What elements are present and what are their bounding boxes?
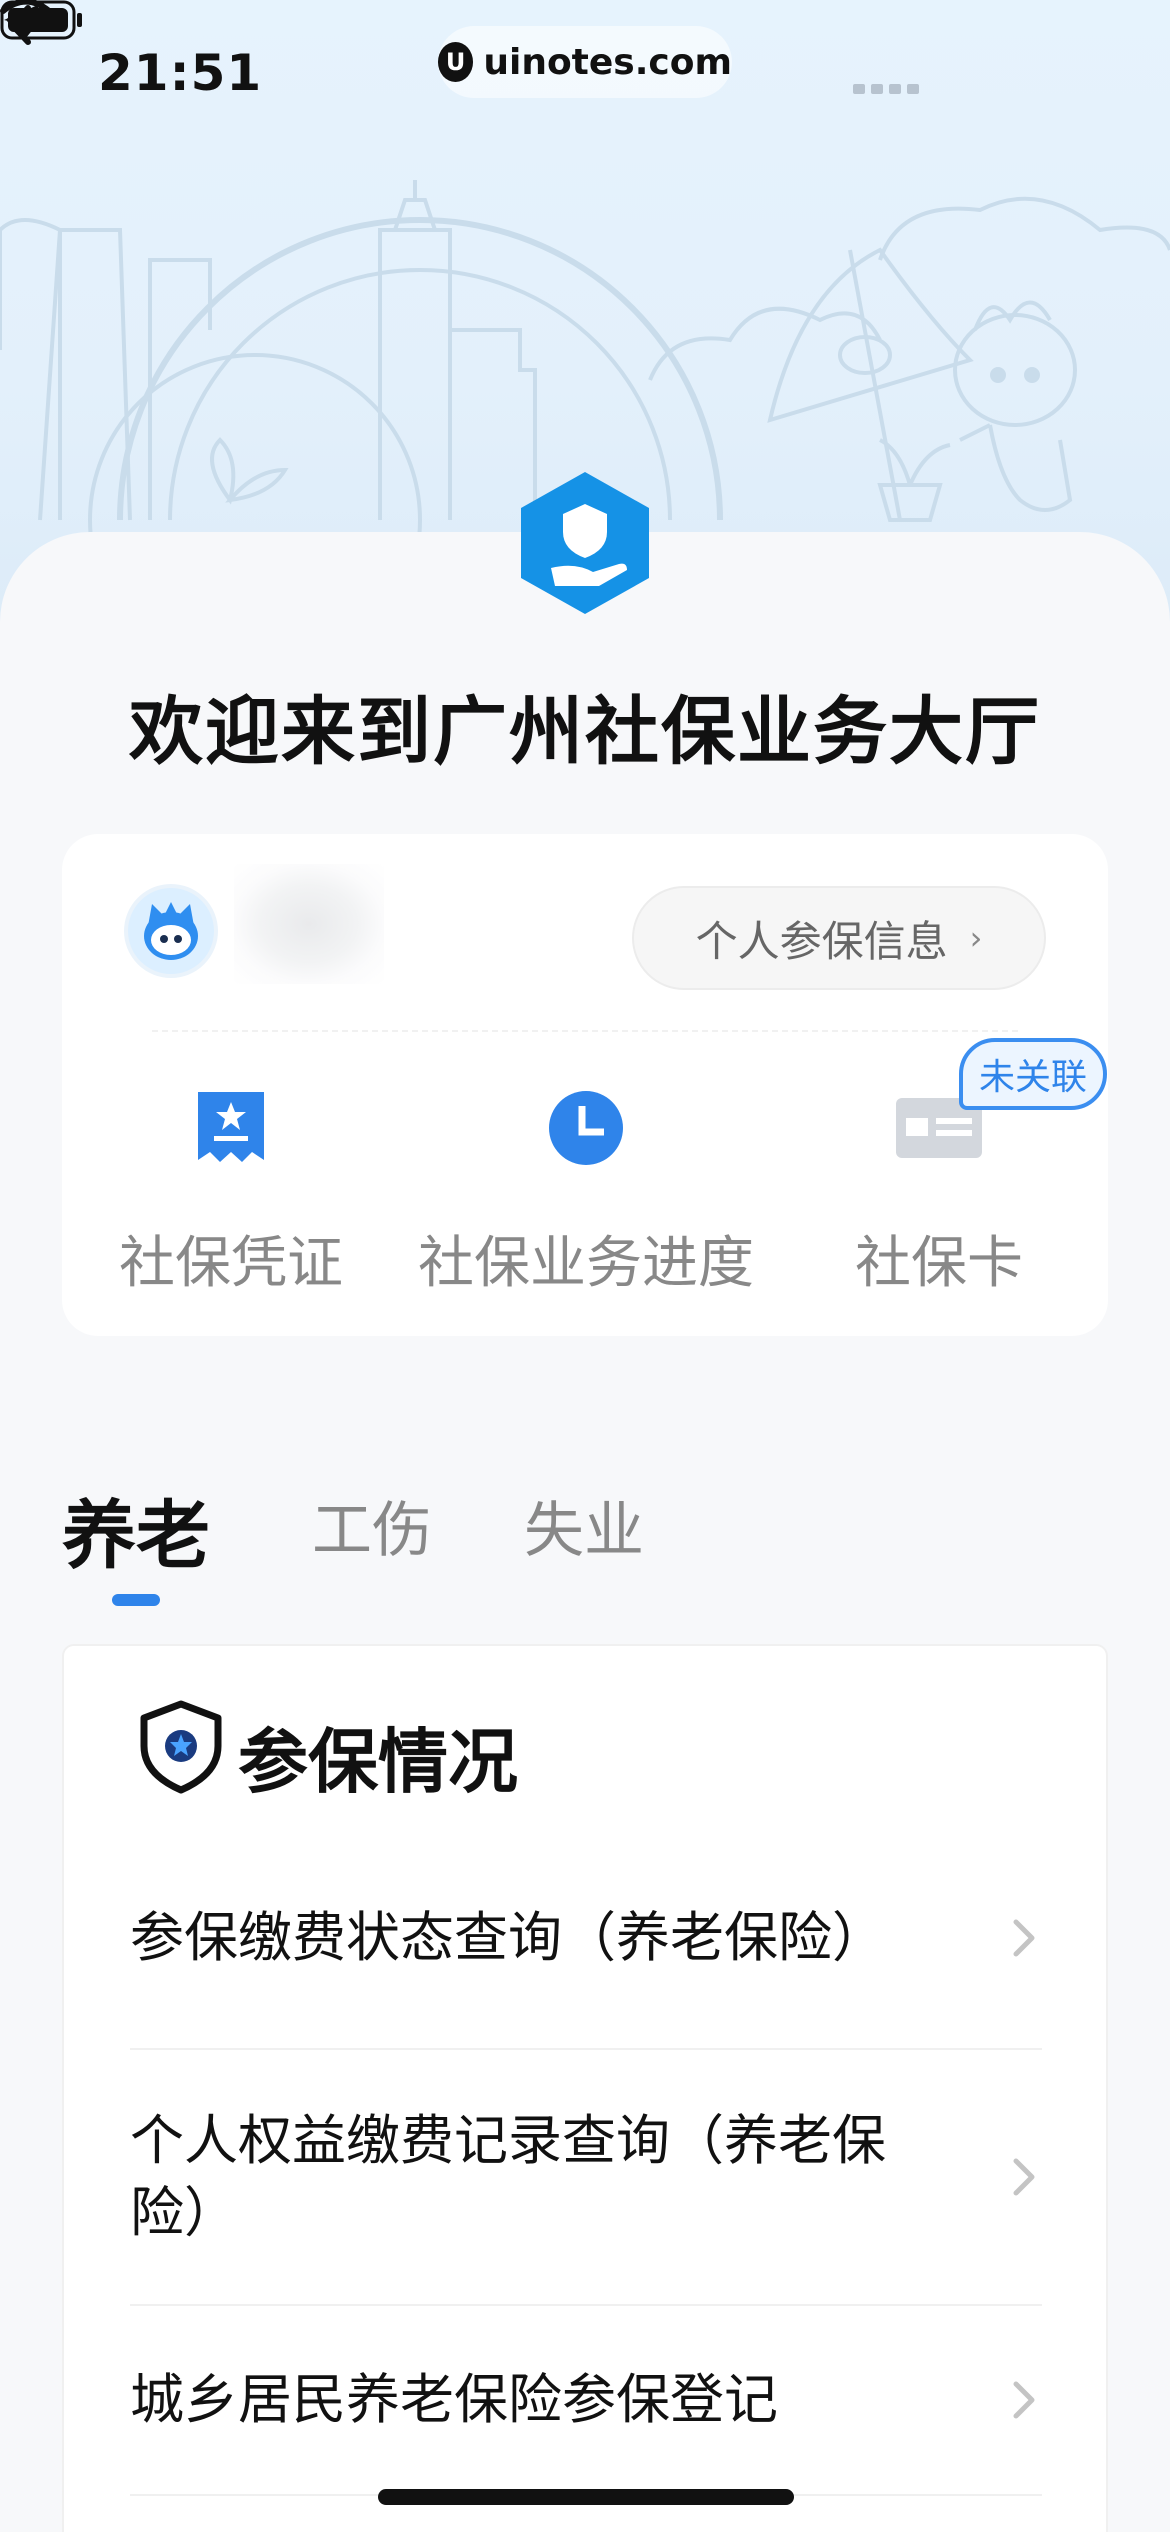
chevron-right-icon: [1013, 2158, 1035, 2196]
panel-title: 参保情况: [238, 1721, 518, 1803]
welcome-title: 欢迎来到广州社保业务大厅: [129, 689, 1041, 775]
avatar: [124, 884, 218, 978]
tab-pension[interactable]: 养老: [62, 1476, 210, 1583]
status-time: 21:51: [98, 44, 263, 102]
list-item-resident-registration[interactable]: 城乡居民养老保险参保登记: [130, 2306, 1042, 2496]
personal-insurance-info-label: 个人参保信息: [695, 916, 948, 966]
user-name-blurred: [234, 864, 384, 984]
chevron-right-icon: [1013, 1919, 1035, 1957]
personal-insurance-info-button[interactable]: 个人参保信息 ›: [632, 886, 1046, 990]
list-item-label: 城乡居民养老保险参保登记: [130, 2368, 778, 2431]
service-progress[interactable]: 社保业务进度: [406, 1074, 766, 1299]
unlinked-tag: 未关联: [959, 1038, 1107, 1110]
list-item-label: 参保缴费状态查询（养老保险）: [130, 1906, 886, 1969]
tab-work-injury[interactable]: 工伤: [312, 1482, 432, 1569]
back-arrow-icon[interactable]: [0, 0, 40, 50]
card-divider: [152, 1030, 1018, 1032]
url-pill[interactable]: U uinotes.com: [438, 26, 732, 98]
insurance-status-panel: 参保情况 参保缴费状态查询（养老保险） 个人权益缴费记录查询（养老保险） 城乡居…: [62, 1644, 1108, 2532]
service-voucher[interactable]: 社保凭证: [114, 1074, 348, 1299]
social-security-badge-icon: [521, 472, 649, 614]
service-voucher-label: 社保凭证: [119, 1231, 343, 1296]
service-card-label: 社保卡: [855, 1231, 1023, 1296]
user-card: 个人参保信息 › 社保凭证 社保业务进度 社保卡 未关联: [62, 834, 1108, 1336]
tab-unemployment[interactable]: 失业: [524, 1482, 644, 1569]
service-progress-label: 社保业务进度: [418, 1231, 754, 1296]
cellular-signal-icon: [853, 84, 919, 94]
shield-star-icon: [140, 1700, 222, 1794]
url-text: uinotes.com: [483, 41, 732, 83]
voucher-icon: [198, 1092, 264, 1162]
site-logo-icon: U: [438, 42, 474, 82]
screen: 21:51 U uinotes.com 欢迎来到广州社保业务大厅 个人参保信息 …: [0, 0, 1170, 2532]
clock-icon: [549, 1091, 623, 1165]
chevron-right-icon: ›: [969, 919, 983, 957]
list-item-pension-status[interactable]: 参保缴费状态查询（养老保险）: [130, 1828, 1042, 2050]
tab-active-indicator: [112, 1594, 160, 1606]
chevron-right-icon: [1013, 2381, 1035, 2419]
list-item-label: 个人权益缴费记录查询（养老保险）: [130, 2109, 886, 2244]
home-indicator[interactable]: [378, 2489, 794, 2505]
list-item-contribution-records[interactable]: 个人权益缴费记录查询（养老保险）: [130, 2050, 1042, 2306]
mascot-avatar-icon: [144, 902, 198, 960]
